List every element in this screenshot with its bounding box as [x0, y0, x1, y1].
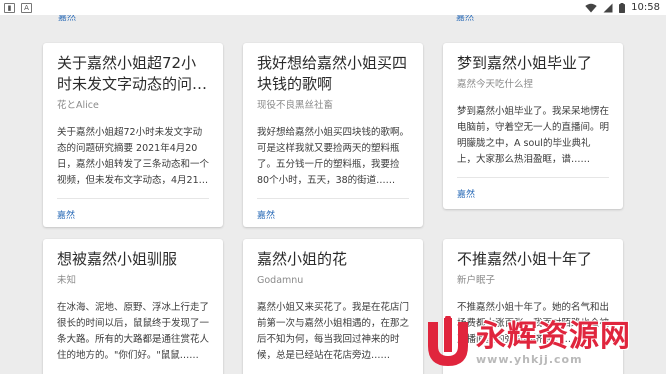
- card-excerpt: 关于嘉然小姐超72小时未发文字动态的问题研究摘要 2021年4月20日，嘉然小姐…: [57, 127, 209, 186]
- card-excerpt: 梦到嘉然小姐毕业了。我呆呆地愣在电脑前，守着空无一人的直播间。明明朦胧之中，A …: [457, 106, 609, 165]
- article-card[interactable]: 梦到嘉然小姐毕业了 嘉然今天吃什么捏 梦到嘉然小姐毕业了。我呆呆地愣在电脑前，守…: [443, 43, 623, 209]
- watermark-url: www.yhkjj.com: [476, 352, 583, 366]
- top-tag-col3[interactable]: 嘉然: [456, 15, 474, 23]
- card-tag[interactable]: 嘉然: [43, 199, 223, 227]
- card-excerpt: 在冰海、泥地、原野、浮冰上行走了很长的时间以后，鼠鼠终于发现了一条大路。所有的大…: [57, 302, 209, 361]
- card-title: 关于嘉然小姐超72小时未发文字动态的问题研究: [57, 54, 208, 93]
- wifi-icon: [585, 3, 597, 12]
- card-excerpt: 我好想给嘉然小姐买四块钱的歌啊。可是这样我就又要捡两天的塑料瓶了。五分钱一斤的塑…: [257, 127, 409, 186]
- app-icon: A: [21, 2, 32, 13]
- card-author: 花とAlice: [57, 100, 99, 111]
- card-title: 嘉然小姐的花: [257, 250, 348, 268]
- signal-icon: [603, 3, 613, 12]
- card-author: 未知: [57, 275, 77, 286]
- top-tag-col1[interactable]: 嘉然: [58, 15, 76, 23]
- card-author: Godamnu: [257, 275, 304, 286]
- watermark-logo-icon: [428, 316, 468, 366]
- card-tag[interactable]: 嘉然: [443, 178, 623, 209]
- card-title: 梦到嘉然小姐毕业了: [457, 54, 593, 72]
- status-bar: ▮ A 10:58: [0, 0, 666, 15]
- card-author: 新户眠子: [457, 275, 496, 286]
- watermark-text: 永辉资源网: [476, 318, 631, 354]
- card-title: 想被嘉然小姐驯服: [57, 250, 178, 268]
- article-card[interactable]: 嘉然小姐的花 Godamnu 嘉然小姐又来买花了。我是在花店门前第一次与嘉然小姐…: [243, 239, 423, 374]
- card-title: 我好想给嘉然小姐买四块钱的歌啊: [257, 54, 408, 93]
- watermark: 永辉资源网 www.yhkjj.com: [424, 310, 666, 374]
- card-author: 嘉然今天吃什么捏: [457, 79, 534, 90]
- card-tag[interactable]: 嘉然: [243, 199, 423, 227]
- article-card[interactable]: 关于嘉然小姐超72小时未发文字动态的问题研究 花とAlice 关于嘉然小姐超72…: [43, 43, 223, 227]
- battery-icon: [619, 2, 626, 13]
- notification-icon: ▮: [4, 2, 15, 13]
- article-card[interactable]: 想被嘉然小姐驯服 未知 在冰海、泥地、原野、浮冰上行走了很长的时间以后，鼠鼠终于…: [43, 239, 223, 374]
- clock: 10:58: [631, 2, 660, 13]
- article-card[interactable]: 我好想给嘉然小姐买四块钱的歌啊 现役不良黑丝社畜 我好想给嘉然小姐买四块钱的歌啊…: [243, 43, 423, 227]
- card-excerpt: 嘉然小姐又来买花了。我是在花店门前第一次与嘉然小姐相遇的，在那之后不知为何，每当…: [257, 302, 409, 361]
- card-author: 现役不良黑丝社畜: [257, 100, 334, 111]
- card-title: 不推嘉然小姐十年了: [457, 250, 593, 268]
